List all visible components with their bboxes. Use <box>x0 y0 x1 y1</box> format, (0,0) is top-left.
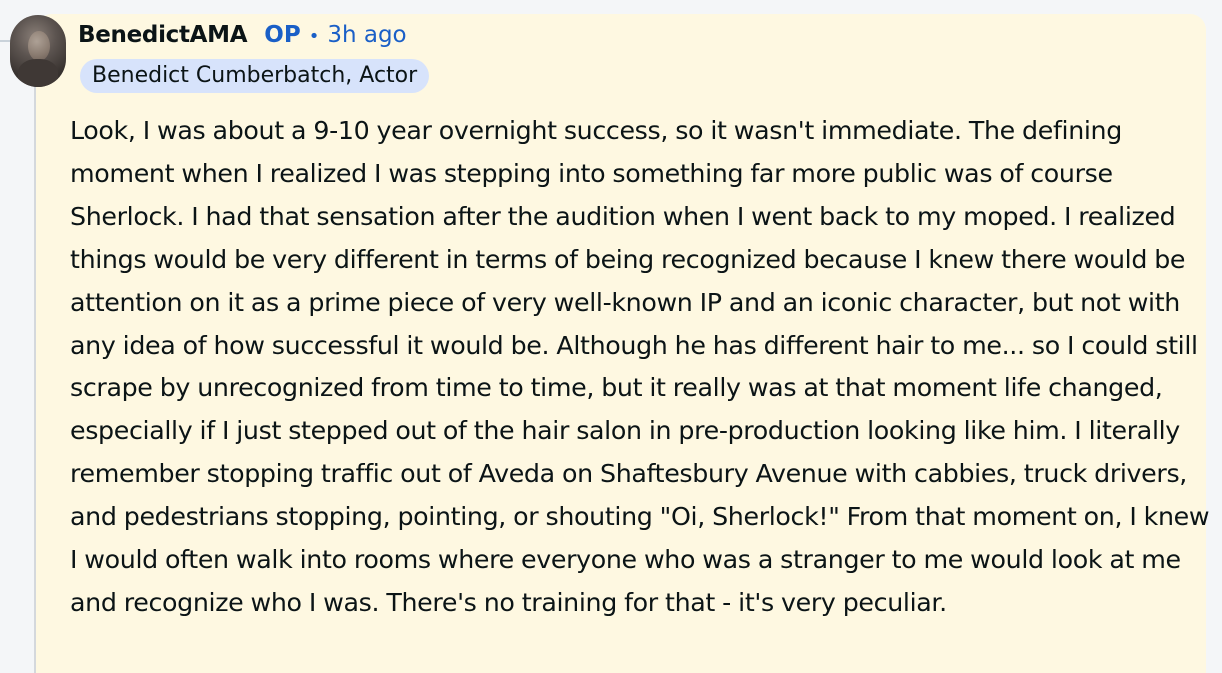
avatar-body <box>18 59 58 87</box>
comment-header: BenedictAMA OP • 3h ago <box>78 22 407 48</box>
separator-dot: • <box>308 26 320 47</box>
author-username[interactable]: BenedictAMA <box>78 22 248 48</box>
avatar-face <box>28 31 50 61</box>
comment-thread: BenedictAMA OP • 3h ago Benedict Cumberb… <box>0 0 1222 673</box>
user-flair: Benedict Cumberbatch, Actor <box>80 59 430 93</box>
avatar[interactable] <box>10 15 66 87</box>
comment-body: Look, I was about a 9-10 year overnight … <box>70 116 1210 617</box>
op-badge: OP <box>264 22 301 48</box>
comment-timestamp[interactable]: 3h ago <box>327 22 406 48</box>
